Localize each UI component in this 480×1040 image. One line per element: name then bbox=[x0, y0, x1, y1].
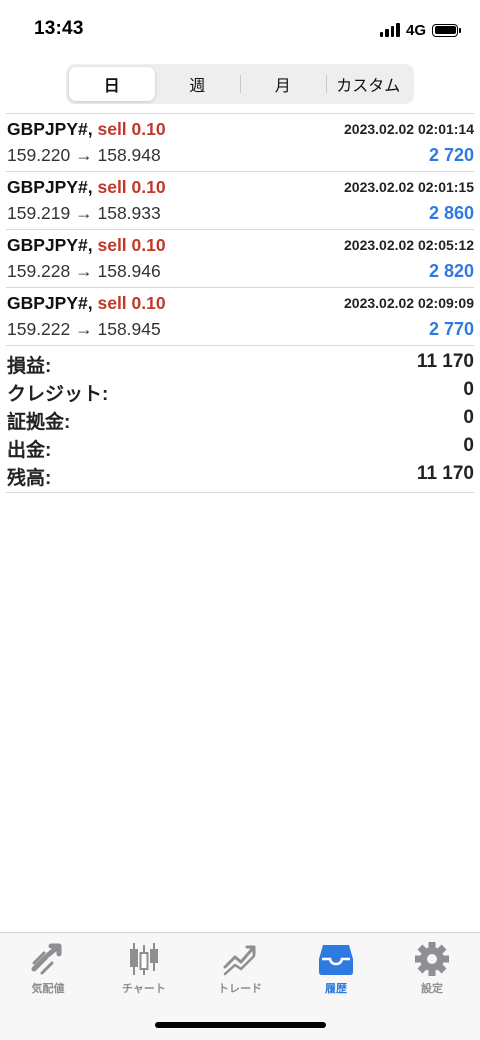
history-icon bbox=[319, 945, 353, 975]
tab-label: トレード bbox=[218, 983, 262, 995]
trade-icon bbox=[223, 945, 256, 976]
deals-list: GBPJPY#, sell 0.10 2023.02.02 02:01:14 1… bbox=[0, 113, 480, 346]
status-bar: 13:43 4G bbox=[0, 0, 480, 56]
deal-title: GBPJPY#, sell 0.10 bbox=[7, 235, 166, 256]
tab-chart[interactable]: チャート bbox=[96, 941, 192, 1001]
deal-symbol: GBPJPY#, bbox=[7, 235, 93, 255]
deal-row[interactable]: GBPJPY#, sell 0.10 2023.02.02 02:01:14 1… bbox=[6, 113, 474, 171]
tab-label: 気配値 bbox=[31, 983, 65, 995]
summary-label: クレジット: bbox=[7, 384, 109, 405]
status-indicators: 4G bbox=[379, 20, 461, 40]
deal-symbol: GBPJPY#, bbox=[7, 177, 93, 197]
account-summary: 損益: 11 170 クレジット: 0 証拠金: 0 出金: 0 残高: 11 … bbox=[6, 348, 474, 493]
deal-time: 2023.02.02 02:09:09 bbox=[344, 295, 474, 311]
quotes-icon bbox=[31, 943, 62, 975]
deal-profit: 2 860 bbox=[428, 203, 474, 223]
settings-icon bbox=[415, 942, 449, 976]
deal-prices: 159.222 → 158.945 bbox=[7, 319, 161, 339]
deal-row[interactable]: GBPJPY#, sell 0.10 2023.02.02 02:09:09 1… bbox=[6, 287, 474, 346]
signal-icon bbox=[379, 23, 400, 37]
tab-trade[interactable]: トレード bbox=[192, 941, 288, 1001]
period-segmented-control: 日 週 月 カスタム bbox=[66, 64, 414, 104]
deal-action: sell 0.10 bbox=[97, 293, 166, 313]
summary-row-withdrawal: 出金: 0 bbox=[6, 432, 474, 461]
deal-action: sell 0.10 bbox=[97, 119, 166, 139]
deal-profit: 2 820 bbox=[428, 261, 474, 281]
deal-symbol: GBPJPY#, bbox=[7, 119, 93, 139]
tab-day[interactable]: 日 bbox=[69, 67, 155, 101]
deal-symbol: GBPJPY#, bbox=[7, 293, 93, 313]
deal-profit: 2 720 bbox=[428, 145, 474, 165]
deal-profit: 2 770 bbox=[428, 319, 474, 339]
status-time: 13:43 bbox=[34, 18, 84, 39]
deal-time: 2023.02.02 02:05:12 bbox=[344, 237, 474, 253]
deal-prices: 159.219 → 158.933 bbox=[7, 203, 161, 223]
home-indicator[interactable] bbox=[155, 1022, 326, 1028]
tab-week[interactable]: 週 bbox=[155, 67, 241, 101]
deal-time: 2023.02.02 02:01:14 bbox=[344, 121, 474, 137]
deal-title: GBPJPY#, sell 0.10 bbox=[7, 293, 166, 314]
deal-row[interactable]: GBPJPY#, sell 0.10 2023.02.02 02:01:15 1… bbox=[6, 171, 474, 229]
summary-row-margin: 証拠金: 0 bbox=[6, 404, 474, 433]
tab-label: チャート bbox=[122, 983, 166, 995]
summary-value: 0 bbox=[463, 435, 474, 456]
summary-label: 損益: bbox=[7, 356, 52, 377]
summary-value: 0 bbox=[463, 379, 474, 400]
summary-value: 11 170 bbox=[416, 351, 474, 372]
tab-history[interactable]: 履歴 bbox=[288, 941, 384, 1001]
network-type: 4G bbox=[405, 21, 426, 39]
tab-month[interactable]: 月 bbox=[240, 67, 326, 101]
deal-action: sell 0.10 bbox=[97, 177, 166, 197]
deal-prices: 159.228 → 158.946 bbox=[7, 261, 161, 281]
tab-quotes[interactable]: 気配値 bbox=[0, 941, 96, 1001]
deal-prices: 159.220 → 158.948 bbox=[7, 145, 161, 165]
deal-title: GBPJPY#, sell 0.10 bbox=[7, 177, 166, 198]
battery-icon bbox=[432, 23, 461, 37]
tab-settings[interactable]: 設定 bbox=[384, 941, 480, 1001]
summary-value: 11 170 bbox=[416, 463, 474, 484]
deal-time: 2023.02.02 02:01:15 bbox=[344, 179, 474, 195]
tab-custom[interactable]: カスタム bbox=[325, 67, 412, 101]
tab-label: 履歴 bbox=[325, 983, 347, 995]
summary-value: 0 bbox=[463, 407, 474, 428]
deal-row[interactable]: GBPJPY#, sell 0.10 2023.02.02 02:05:12 1… bbox=[6, 229, 474, 287]
chart-icon bbox=[130, 943, 158, 975]
summary-label: 出金: bbox=[7, 440, 52, 461]
summary-row-profit: 損益: 11 170 bbox=[6, 348, 474, 377]
summary-row-credit: クレジット: 0 bbox=[6, 376, 474, 405]
deal-title: GBPJPY#, sell 0.10 bbox=[7, 119, 166, 140]
tab-label: 設定 bbox=[421, 983, 443, 995]
summary-label: 残高: bbox=[7, 468, 52, 489]
deal-action: sell 0.10 bbox=[97, 235, 166, 255]
summary-row-balance: 残高: 11 170 bbox=[6, 460, 474, 489]
summary-label: 証拠金: bbox=[7, 412, 71, 433]
